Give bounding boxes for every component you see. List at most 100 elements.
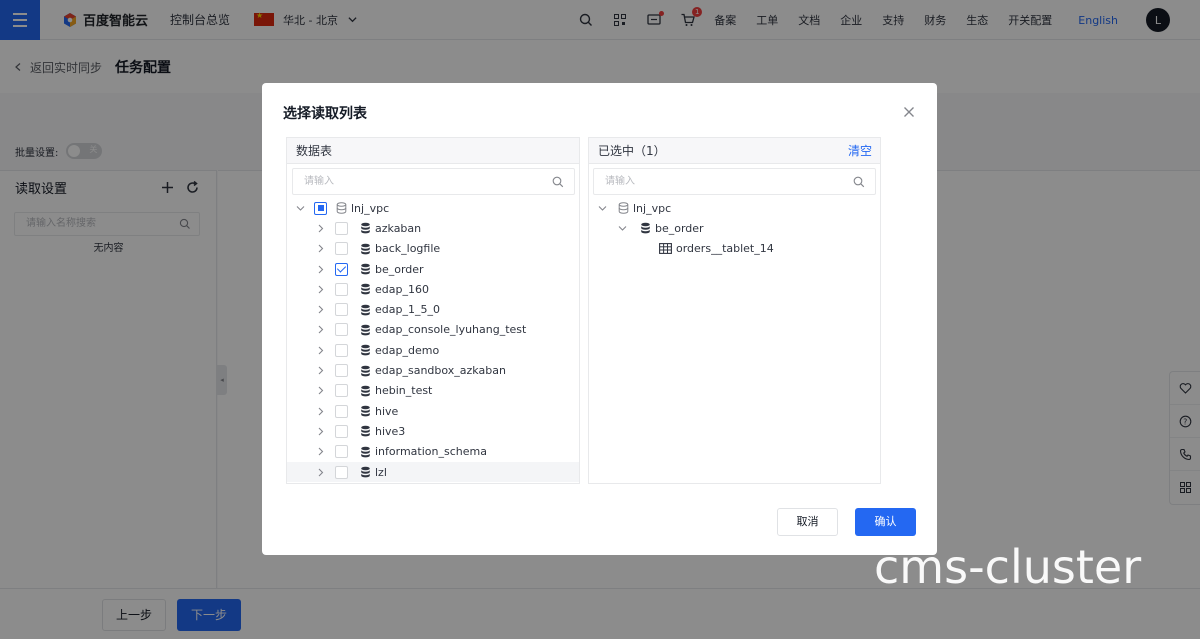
chevron-right-icon[interactable] (316, 265, 325, 274)
selected-header: 已选中（1） 清空 (589, 138, 880, 164)
database-icon (361, 426, 370, 437)
selected-database-label: be_order (655, 221, 704, 235)
selected-root-label: lnj_vpc (633, 201, 672, 215)
database-row[interactable]: azkaban (287, 218, 579, 238)
database-icon (361, 466, 370, 478)
database-checkbox[interactable] (335, 384, 348, 398)
tree-root-row[interactable]: lnj_vpc (287, 198, 579, 218)
selected-search-placeholder: 请输入 (605, 176, 635, 187)
dialog-title: 选择读取列表 (283, 106, 367, 122)
database-icon (361, 324, 370, 336)
table-source-header: 数据表 (287, 138, 579, 164)
watermark: cms-cluster (874, 540, 1142, 594)
database-checkbox[interactable] (335, 364, 348, 378)
database-checkbox[interactable] (335, 221, 348, 235)
chevron-right-icon[interactable] (316, 366, 325, 375)
database-icon (361, 344, 370, 356)
chevron-right-icon[interactable] (316, 407, 325, 416)
database-label: hive3 (375, 424, 406, 438)
database-label: azkaban (375, 221, 422, 235)
search-icon (853, 176, 865, 188)
chevron-down-icon[interactable] (296, 204, 305, 213)
database-checkbox[interactable] (335, 404, 348, 418)
database-row[interactable]: edap_demo (287, 340, 579, 360)
database-row[interactable]: edap_1_5_0 (287, 299, 579, 319)
chevron-down-icon[interactable] (598, 204, 607, 213)
database-row[interactable]: edap_sandbox_azkaban (287, 360, 579, 380)
database-label: information_schema (375, 445, 487, 459)
chevron-right-icon[interactable] (316, 285, 325, 294)
chevron-right-icon[interactable] (316, 305, 325, 314)
confirm-button[interactable]: 确认 (855, 508, 916, 536)
database-label: be_order (375, 262, 424, 276)
database-icon (641, 223, 650, 234)
selected-root-row[interactable]: lnj_vpc (589, 198, 880, 218)
source-tree: lnj_vpc azkaban back_logfile be_order edap_… (287, 198, 579, 483)
root-label: lnj_vpc (351, 201, 390, 215)
clear-button[interactable]: 清空 (848, 138, 872, 164)
database-row[interactable]: hive3 (287, 421, 579, 441)
close-icon[interactable] (903, 106, 915, 118)
root-checkbox[interactable] (314, 201, 327, 215)
table-search-input[interactable]: 请输入 (292, 168, 575, 195)
database-icon (361, 263, 370, 275)
database-icon (361, 304, 370, 316)
table-search-placeholder: 请输入 (304, 176, 334, 187)
select-read-list-dialog: 选择读取列表 数据表 请输入 lnj_vpc azkaban back_logfi… (262, 83, 937, 555)
database-row[interactable]: be_order (287, 259, 579, 279)
database-checkbox[interactable] (335, 242, 348, 256)
database-outline-icon (618, 202, 629, 214)
database-label: edap_1_5_0 (375, 303, 440, 317)
selected-search-input[interactable]: 请输入 (593, 168, 876, 195)
database-label: edap_demo (375, 343, 440, 357)
selected-table-row[interactable]: orders__tablet_14 (589, 239, 880, 259)
database-checkbox[interactable] (335, 262, 348, 276)
chevron-right-icon[interactable] (316, 427, 325, 436)
chevron-right-icon[interactable] (316, 325, 325, 334)
table-source-pane: 数据表 请输入 lnj_vpc azkaban back_logfile be_or… (286, 137, 580, 484)
database-icon (361, 284, 370, 295)
database-checkbox[interactable] (335, 424, 348, 438)
database-row[interactable]: edap_160 (287, 279, 579, 299)
database-row[interactable]: information_schema (287, 442, 579, 462)
database-label: hebin_test (375, 384, 433, 398)
database-row[interactable]: lzl (287, 461, 579, 483)
database-checkbox[interactable] (335, 303, 348, 317)
cancel-button[interactable]: 取消 (777, 508, 838, 536)
database-label: edap_sandbox_azkaban (375, 364, 506, 378)
database-icon (361, 405, 370, 417)
database-icon (361, 243, 370, 255)
selected-pane: 已选中（1） 清空 请输入 lnj_vpc be_order orders__t… (588, 137, 881, 484)
database-label: edap_console_lyuhang_test (375, 323, 527, 337)
selected-count-label: 已选中（1） (598, 144, 666, 158)
database-icon (361, 223, 370, 234)
chevron-right-icon[interactable] (316, 346, 325, 355)
chevron-right-icon[interactable] (316, 224, 325, 233)
chevron-right-icon[interactable] (316, 386, 325, 395)
selected-tree: lnj_vpc be_order orders__tablet_14 (589, 198, 880, 259)
database-checkbox[interactable] (335, 323, 348, 337)
chevron-right-icon[interactable] (316, 447, 325, 456)
database-row[interactable]: back_logfile (287, 239, 579, 259)
database-outline-icon (336, 202, 347, 214)
database-checkbox[interactable] (335, 465, 348, 479)
database-label: back_logfile (375, 242, 441, 256)
search-icon (552, 176, 564, 188)
database-icon (361, 365, 370, 376)
database-label: hive (375, 404, 399, 418)
chevron-down-icon[interactable] (618, 224, 627, 233)
chevron-right-icon[interactable] (316, 244, 325, 253)
database-row[interactable]: edap_console_lyuhang_test (287, 320, 579, 340)
selected-database-row[interactable]: be_order (589, 218, 880, 238)
database-checkbox[interactable] (335, 445, 348, 459)
chevron-right-icon[interactable] (316, 468, 325, 477)
selected-table-label: orders__tablet_14 (676, 242, 774, 256)
database-checkbox[interactable] (335, 282, 348, 296)
table-icon (659, 243, 672, 255)
database-icon (361, 385, 370, 397)
database-checkbox[interactable] (335, 343, 348, 357)
database-row[interactable]: hive (287, 401, 579, 421)
database-icon (361, 446, 370, 458)
database-row[interactable]: hebin_test (287, 381, 579, 401)
database-row[interactable]: mysql (287, 482, 579, 483)
